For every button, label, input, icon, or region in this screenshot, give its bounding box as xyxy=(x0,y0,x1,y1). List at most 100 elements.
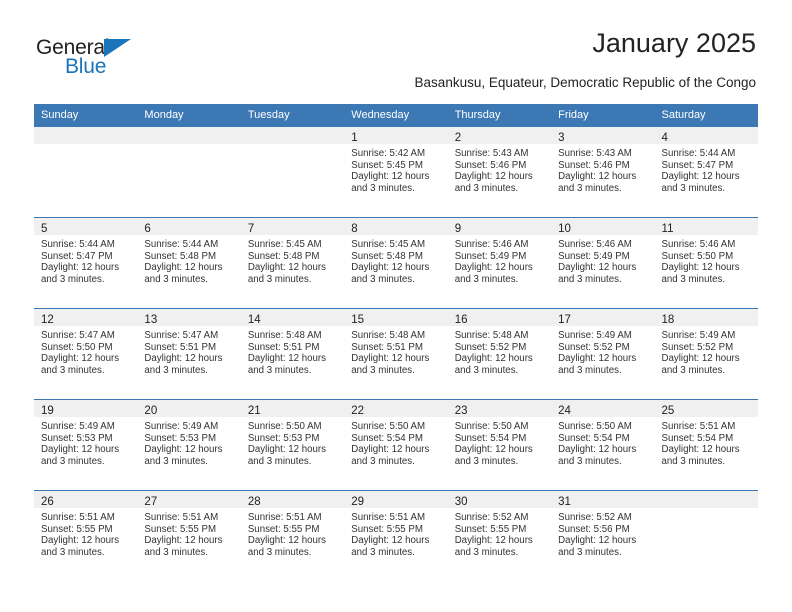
day-cell-content: 8 Sunrise: 5:45 AM Sunset: 5:48 PM Daylight… xyxy=(344,218,448,308)
daylight-text-line2: and 3 minutes. xyxy=(454,273,519,285)
daylight-text-line1: Daylight: 12 hours xyxy=(144,353,223,365)
sunrise-text: Sunrise: 5:42 AM xyxy=(351,148,426,159)
sunset-text: Sunset: 5:55 PM xyxy=(454,523,527,535)
day-details: Sunrise: 5:44 AM Sunset: 5:47 PM Daylight:… xyxy=(34,235,137,285)
day-cell-content: 5 Sunrise: 5:44 AM Sunset: 5:47 PM Daylight… xyxy=(34,218,138,308)
daylight-text-line2: and 3 minutes. xyxy=(41,273,105,285)
day-cell-content: 25 Sunrise: 5:51 AM Sunset: 5:54 PM Dayligh… xyxy=(654,400,758,490)
calendar-day-cell[interactable]: 27 Sunrise: 5:51 AM Sunset: 5:55 PM Dayligh… xyxy=(137,490,241,581)
sunrise-text: Sunrise: 5:49 AM xyxy=(144,421,219,432)
day-cell-content: 30 Sunrise: 5:52 AM Sunset: 5:55 PM Dayligh… xyxy=(447,491,552,581)
day-details: Sunrise: 5:46 AM Sunset: 5:50 PM Daylight:… xyxy=(655,235,758,285)
day-details: Sunrise: 5:51 AM Sunset: 5:55 PM Daylight:… xyxy=(137,508,240,558)
day-details: Sunrise: 5:42 AM Sunset: 5:45 PM Daylight:… xyxy=(344,144,447,194)
calendar-day-cell[interactable]: 28 Sunrise: 5:51 AM Sunset: 5:55 PM Dayligh… xyxy=(240,490,345,581)
day-number-band xyxy=(34,127,138,144)
calendar-day-cell[interactable]: 14 Sunrise: 5:48 AM Sunset: 5:51 PM Dayligh… xyxy=(240,308,345,400)
calendar-day-cell[interactable]: 29 Sunrise: 5:51 AM Sunset: 5:55 PM Dayligh… xyxy=(344,490,448,581)
sunrise-text: Sunrise: 5:51 AM xyxy=(41,512,115,523)
calendar-day-cell[interactable]: 13 Sunrise: 5:47 AM Sunset: 5:51 PM Dayligh… xyxy=(137,308,241,400)
day-cell-content: 2 Sunrise: 5:43 AM Sunset: 5:46 PM Daylight… xyxy=(447,127,552,217)
day-cell-content xyxy=(240,127,345,217)
calendar-day-cell[interactable]: 30 Sunrise: 5:52 AM Sunset: 5:55 PM Dayligh… xyxy=(447,490,552,581)
daylight-text-line2: and 3 minutes. xyxy=(351,364,415,376)
day-number: 27 xyxy=(144,496,158,508)
calendar-day-cell[interactable]: 10 Sunrise: 5:46 AM Sunset: 5:49 PM Dayligh… xyxy=(551,217,655,309)
daylight-text-line2: and 3 minutes. xyxy=(247,273,312,285)
calendar-day-cell[interactable]: 25 Sunrise: 5:51 AM Sunset: 5:54 PM Dayligh… xyxy=(654,399,758,491)
daylight-text-line2: and 3 minutes. xyxy=(661,273,726,285)
daylight-text-line1: Daylight: 12 hours xyxy=(558,171,637,183)
calendar-day-cell[interactable]: 21 Sunrise: 5:50 AM Sunset: 5:53 PM Dayligh… xyxy=(240,399,345,491)
calendar-day-cell[interactable]: 8 Sunrise: 5:45 AM Sunset: 5:48 PM Daylight… xyxy=(344,217,448,309)
calendar-day-cell-empty xyxy=(137,126,241,218)
calendar-day-cell[interactable]: 3 Sunrise: 5:43 AM Sunset: 5:46 PM Daylight… xyxy=(551,126,655,218)
day-details: Sunrise: 5:49 AM Sunset: 5:52 PM Daylight:… xyxy=(551,326,654,376)
calendar-day-cell[interactable]: 24 Sunrise: 5:50 AM Sunset: 5:54 PM Dayligh… xyxy=(551,399,655,491)
day-number: 19 xyxy=(41,405,54,417)
sunrise-text: Sunrise: 5:46 AM xyxy=(661,239,736,250)
calendar-day-cell[interactable]: 7 Sunrise: 5:45 AM Sunset: 5:48 PM Daylight… xyxy=(240,217,345,309)
daylight-text-line2: and 3 minutes. xyxy=(661,182,726,194)
daylight-text-line2: and 3 minutes. xyxy=(454,182,519,194)
daylight-text-line1: Daylight: 12 hours xyxy=(144,262,223,274)
sunset-text: Sunset: 5:49 PM xyxy=(558,250,630,262)
calendar-day-cell-empty xyxy=(654,490,758,581)
daylight-text-line2: and 3 minutes. xyxy=(247,546,312,558)
weekday-header-tuesday: Tuesday xyxy=(240,104,345,127)
day-details: Sunrise: 5:52 AM Sunset: 5:55 PM Daylight:… xyxy=(448,508,551,558)
calendar-day-cell[interactable]: 2 Sunrise: 5:43 AM Sunset: 5:46 PM Daylight… xyxy=(447,126,552,218)
daylight-text-line2: and 3 minutes. xyxy=(351,546,415,558)
day-number-band: 17 xyxy=(551,309,655,326)
day-number: 24 xyxy=(558,405,571,417)
calendar-day-cell[interactable]: 12 Sunrise: 5:47 AM Sunset: 5:50 PM Dayligh… xyxy=(34,308,138,400)
day-cell-content xyxy=(654,491,758,581)
calendar-day-cell[interactable]: 26 Sunrise: 5:51 AM Sunset: 5:55 PM Dayligh… xyxy=(34,490,138,581)
calendar-day-cell[interactable]: 6 Sunrise: 5:44 AM Sunset: 5:48 PM Daylight… xyxy=(137,217,241,309)
calendar-day-cell[interactable]: 17 Sunrise: 5:49 AM Sunset: 5:52 PM Dayligh… xyxy=(551,308,655,400)
day-cell-content xyxy=(34,127,138,217)
sunset-text: Sunset: 5:52 PM xyxy=(661,341,734,353)
calendar-day-cell[interactable]: 31 Sunrise: 5:52 AM Sunset: 5:56 PM Dayligh… xyxy=(551,490,655,581)
sunrise-text: Sunrise: 5:51 AM xyxy=(247,512,322,523)
sunset-text: Sunset: 5:54 PM xyxy=(351,432,423,444)
calendar-day-cell[interactable]: 18 Sunrise: 5:49 AM Sunset: 5:52 PM Dayligh… xyxy=(654,308,758,400)
day-number-band: 21 xyxy=(240,400,345,417)
daylight-text-line2: and 3 minutes. xyxy=(558,364,622,376)
calendar-day-cell[interactable]: 4 Sunrise: 5:44 AM Sunset: 5:47 PM Daylight… xyxy=(654,126,758,218)
daylight-text-line1: Daylight: 12 hours xyxy=(41,444,120,456)
day-details: Sunrise: 5:48 AM Sunset: 5:52 PM Daylight:… xyxy=(448,326,551,376)
day-details: Sunrise: 5:51 AM Sunset: 5:54 PM Daylight:… xyxy=(655,417,758,467)
calendar-day-cell[interactable]: 9 Sunrise: 5:46 AM Sunset: 5:49 PM Daylight… xyxy=(447,217,552,309)
day-number: 5 xyxy=(41,223,48,235)
calendar-day-cell[interactable]: 16 Sunrise: 5:48 AM Sunset: 5:52 PM Dayligh… xyxy=(447,308,552,400)
day-number-band: 13 xyxy=(137,309,241,326)
calendar-day-cell[interactable]: 11 Sunrise: 5:46 AM Sunset: 5:50 PM Dayligh… xyxy=(654,217,758,309)
day-number-band xyxy=(240,127,345,144)
day-number-band: 11 xyxy=(654,218,758,235)
day-number-band: 29 xyxy=(344,491,448,508)
calendar-day-cell[interactable]: 19 Sunrise: 5:49 AM Sunset: 5:53 PM Dayligh… xyxy=(34,399,138,491)
day-cell-content: 18 Sunrise: 5:49 AM Sunset: 5:52 PM Dayligh… xyxy=(654,309,758,399)
calendar-day-cell[interactable]: 5 Sunrise: 5:44 AM Sunset: 5:47 PM Daylight… xyxy=(34,217,138,309)
general-blue-logo[interactable]: General Blue xyxy=(36,36,256,84)
calendar-day-cell[interactable]: 1 Sunrise: 5:42 AM Sunset: 5:45 PM Daylight… xyxy=(344,126,448,218)
day-details: Sunrise: 5:48 AM Sunset: 5:51 PM Daylight:… xyxy=(241,326,344,376)
day-details: Sunrise: 5:44 AM Sunset: 5:47 PM Daylight:… xyxy=(655,144,758,194)
day-number: 25 xyxy=(661,405,675,417)
calendar-grid: Sunday Monday Tuesday Wednesday Thursday Frid… xyxy=(34,104,758,581)
sunrise-text: Sunrise: 5:49 AM xyxy=(661,330,736,341)
calendar-day-cell[interactable]: 20 Sunrise: 5:49 AM Sunset: 5:53 PM Dayligh… xyxy=(137,399,241,491)
calendar-day-cell[interactable]: 22 Sunrise: 5:50 AM Sunset: 5:54 PM Dayligh… xyxy=(344,399,448,491)
calendar-day-cell[interactable]: 23 Sunrise: 5:50 AM Sunset: 5:54 PM Dayligh… xyxy=(447,399,552,491)
day-number-band: 14 xyxy=(240,309,345,326)
daylight-text-line1: Daylight: 12 hours xyxy=(247,353,326,365)
sunset-text: Sunset: 5:53 PM xyxy=(41,432,113,444)
daylight-text-line2: and 3 minutes. xyxy=(144,546,208,558)
calendar-day-cell[interactable]: 15 Sunrise: 5:48 AM Sunset: 5:51 PM Dayligh… xyxy=(344,308,448,400)
daylight-text-line2: and 3 minutes. xyxy=(247,455,312,467)
sunrise-text: Sunrise: 5:47 AM xyxy=(144,330,219,341)
day-details: Sunrise: 5:49 AM Sunset: 5:53 PM Daylight:… xyxy=(34,417,137,467)
daylight-text-line1: Daylight: 12 hours xyxy=(454,171,533,183)
sunrise-text: Sunrise: 5:48 AM xyxy=(351,330,426,341)
